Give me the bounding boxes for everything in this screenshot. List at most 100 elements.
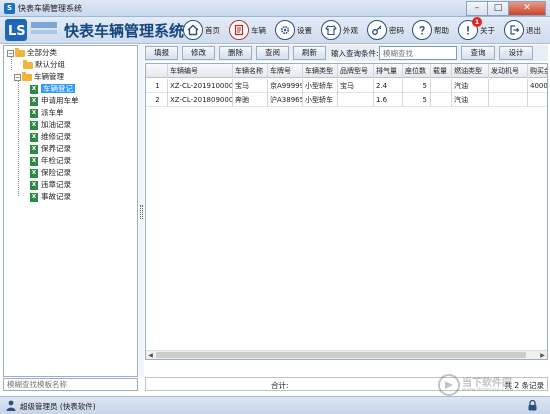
nav-settings[interactable]: 设置 (275, 19, 312, 41)
app-icon: S (4, 3, 15, 14)
column-header[interactable]: 车辆名称 (233, 64, 268, 78)
column-header[interactable]: 车辆类型 (303, 64, 338, 78)
column-header[interactable]: 燃油类型 (452, 64, 489, 78)
refresh-button[interactable]: 刷新 (293, 46, 326, 60)
maximize-button[interactable]: □ (487, 1, 509, 16)
category-tree: − 全部分类 默认分组 − 车辆管理 X 车辆登记 X 申请用车单 X 派车单 X 加油记录… (3, 45, 138, 377)
nav-password[interactable]: 密码 (367, 19, 404, 41)
excel-icon: X (30, 84, 38, 94)
table-cell[interactable] (489, 93, 528, 107)
tree-item-vehicle-management[interactable]: − 车辆管理 (14, 71, 64, 83)
gear-icon (275, 20, 295, 40)
delete-button[interactable]: 删除 (219, 46, 252, 60)
table-cell[interactable]: 汽油 (452, 79, 489, 93)
tree-root[interactable]: − 全部分类 (7, 47, 57, 59)
table-cell[interactable]: 汽油 (452, 93, 489, 107)
table-cell[interactable]: 沪A38965 (268, 93, 303, 107)
row-index: 2 (146, 93, 168, 107)
table-cell[interactable]: 5 (403, 79, 431, 93)
collapse-icon[interactable]: − (7, 49, 14, 57)
tree-item-violation[interactable]: X 违章记录 (30, 179, 71, 191)
design-button[interactable]: 设计 (499, 46, 533, 60)
tree-item-annual-inspection[interactable]: X 年检记录 (30, 155, 71, 167)
column-header[interactable]: 车牌号 (268, 64, 303, 78)
panel-splitter[interactable] (139, 45, 144, 377)
lock-icon[interactable] (528, 400, 537, 411)
total-label: 合计: (271, 381, 289, 390)
table-cell[interactable]: XZ-CL-2018090001 (168, 93, 233, 107)
add-button[interactable]: 填报 (145, 46, 178, 60)
table-row[interactable]: 2 XZ-CL-2018090001 奔驰 沪A38965 小型轿车 1.6 5… (146, 93, 547, 107)
column-header[interactable]: 座位数 (403, 64, 431, 78)
excel-icon: X (30, 156, 38, 166)
document-icon (229, 20, 249, 40)
tree-item-insurance[interactable]: X 保险记录 (30, 167, 71, 179)
column-header[interactable]: 购买金 (528, 64, 547, 78)
table-cell[interactable] (431, 93, 452, 107)
nav-vehicle[interactable]: 车辆 (229, 19, 266, 41)
svg-text:LS: LS (8, 24, 26, 39)
table-cell[interactable] (528, 93, 547, 107)
edit-button[interactable]: 修改 (182, 46, 215, 60)
table-header: 车辆编号 车辆名称 车牌号 车辆类型 品牌型号 排气量 座位数 载量 燃油类型 … (146, 64, 547, 78)
table-cell[interactable]: 奔驰 (233, 93, 268, 107)
nav-about[interactable]: 1 关于 (458, 17, 495, 41)
key-icon (367, 20, 387, 40)
close-button[interactable]: ✕ (508, 1, 546, 16)
nav-help[interactable]: 帮助 (412, 19, 449, 41)
column-header[interactable]: 品牌型号 (338, 64, 374, 78)
column-header[interactable]: 发动机号 (489, 64, 528, 78)
tree-item-accident[interactable]: X 事故记录 (30, 191, 71, 203)
collapse-icon[interactable]: − (14, 73, 21, 81)
status-bar: 超级管理员 (快表软件) (0, 396, 550, 414)
template-search-input[interactable] (3, 378, 138, 391)
splitter-grip-icon[interactable] (140, 205, 143, 219)
query-button[interactable]: 查询 (461, 46, 495, 60)
watermark-logo-icon (438, 374, 460, 396)
logo-icon: LS (5, 19, 27, 41)
table-cell[interactable]: 40000 (528, 79, 547, 93)
tree-item-maintenance[interactable]: X 保养记录 (30, 143, 71, 155)
table-row[interactable]: 1 XZ-CL-2019100001 宝马 京A99999 小型轿车 宝马 2.… (146, 79, 547, 93)
tree-item-dispatch[interactable]: X 派车单 (30, 107, 64, 119)
nav-home[interactable]: 首页 (183, 19, 220, 41)
table-cell[interactable] (338, 93, 374, 107)
table-cell[interactable] (489, 79, 528, 93)
folder-icon (23, 59, 33, 69)
horizontal-scrollbar[interactable]: ◀ ▶ (146, 350, 547, 359)
window-controls: – □ ✕ (466, 1, 546, 16)
column-header[interactable]: 载量 (431, 64, 452, 78)
column-header[interactable]: 排气量 (374, 64, 403, 78)
excel-icon: X (30, 144, 38, 154)
tree-item-repair[interactable]: X 维修记录 (30, 131, 71, 143)
nav-exit[interactable]: 退出 (504, 19, 541, 41)
table-cell[interactable]: 小型轿车 (303, 93, 338, 107)
table-cell[interactable]: 小型轿车 (303, 79, 338, 93)
vehicle-table: 车辆编号 车辆名称 车牌号 车辆类型 品牌型号 排气量 座位数 载量 燃油类型 … (145, 63, 548, 360)
scroll-thumb[interactable] (156, 352, 526, 358)
record-toolbar: 填报 修改 删除 查阅 刷新 输入查询条件: 查询 设计 (145, 45, 548, 61)
nav-appearance[interactable]: 外观 (321, 19, 358, 41)
tree-item-vehicle-register[interactable]: X 车辆登记 (30, 83, 75, 95)
table-cell[interactable]: 宝马 (233, 79, 268, 93)
query-input[interactable] (379, 46, 457, 60)
table-cell[interactable] (431, 79, 452, 93)
scroll-left-icon[interactable]: ◀ (146, 351, 155, 359)
view-button[interactable]: 查阅 (256, 46, 289, 60)
question-icon (412, 20, 432, 40)
table-cell[interactable]: 宝马 (338, 79, 374, 93)
tree-line (18, 80, 19, 196)
table-cell[interactable]: 1.6 (374, 93, 403, 107)
tree-item-vehicle-request[interactable]: X 申请用车单 (30, 95, 79, 107)
table-cell[interactable]: 5 (403, 93, 431, 107)
table-cell[interactable]: XZ-CL-2019100001 (168, 79, 233, 93)
table-cell[interactable]: 2.4 (374, 79, 403, 93)
minimize-button[interactable]: – (466, 1, 488, 16)
tree-item-default-group[interactable]: 默认分组 (23, 59, 65, 71)
scroll-right-icon[interactable]: ▶ (538, 351, 547, 359)
excel-icon: X (30, 120, 38, 130)
excel-icon: X (30, 168, 38, 178)
table-cell[interactable]: 京A99999 (268, 79, 303, 93)
column-header[interactable]: 车辆编号 (168, 64, 233, 78)
tree-item-refuel[interactable]: X 加油记录 (30, 119, 71, 131)
